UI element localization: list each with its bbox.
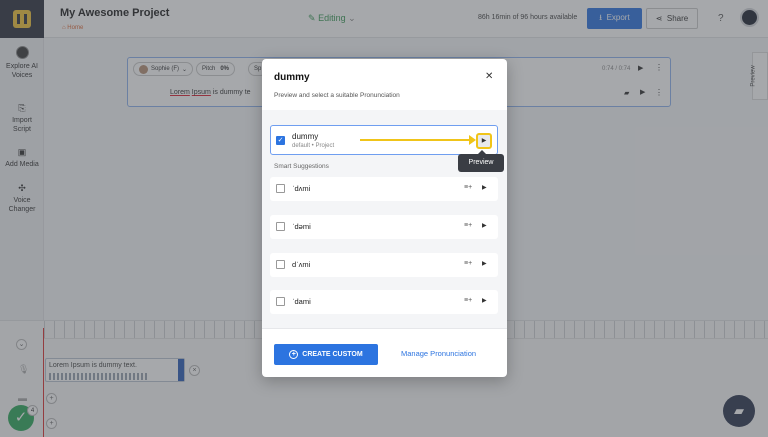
suggestion-row[interactable]: ˈdami ≡+ ▶ [270, 290, 498, 314]
dialog-title: dummy [274, 72, 310, 83]
pronunciation-dialog: dummy ✕ Preview and select a suitable Pr… [262, 59, 507, 377]
pronunciation-checkbox[interactable]: ✓ [276, 136, 285, 145]
play-icon: ▶ [481, 138, 487, 144]
suggestion-checkbox[interactable] [276, 222, 285, 231]
pronunciation-word: dummy [292, 132, 319, 141]
arrow-head [469, 135, 476, 145]
suggestion-row[interactable]: dˈʌmi ≡+ ▶ [270, 253, 498, 277]
play-icon[interactable]: ▶ [482, 222, 487, 229]
close-icon[interactable]: ✕ [485, 71, 493, 82]
suggestion-checkbox[interactable] [276, 297, 285, 306]
suggestion-word: dˈʌmi [292, 260, 311, 269]
preview-play-button[interactable]: ▶ [476, 133, 492, 149]
suggestion-checkbox[interactable] [276, 184, 285, 193]
create-custom-button[interactable]: + CREATE CUSTOM [274, 344, 378, 365]
divider [262, 328, 507, 329]
add-to-list-icon[interactable]: ≡+ [464, 184, 472, 191]
create-custom-label: CREATE CUSTOM [302, 351, 363, 358]
suggestion-row[interactable]: ˈdʌmi ≡+ ▶ [270, 177, 498, 201]
dialog-subtitle: Preview and select a suitable Pronunciat… [274, 92, 400, 99]
suggestion-word: ˈdəmi [292, 222, 311, 231]
preview-tooltip: Preview [458, 150, 504, 172]
add-to-list-icon[interactable]: ≡+ [464, 222, 472, 229]
suggestion-word: ˈdami [292, 297, 311, 306]
play-icon[interactable]: ▶ [482, 297, 487, 304]
pronunciation-meta: default • Project [292, 143, 335, 149]
play-icon[interactable]: ▶ [482, 260, 487, 267]
manage-pronunciation-link[interactable]: Manage Pronunciation [401, 349, 476, 358]
suggestion-word: ˈdʌmi [292, 184, 311, 193]
add-to-list-icon[interactable]: ≡+ [464, 260, 472, 267]
add-to-list-icon[interactable]: ≡+ [464, 297, 472, 304]
smart-suggestions-label: Smart Suggestions [274, 163, 329, 170]
play-icon[interactable]: ▶ [482, 184, 487, 191]
suggestion-row[interactable]: ˈdəmi ≡+ ▶ [270, 215, 498, 239]
suggestion-checkbox[interactable] [276, 260, 285, 269]
arrow-annotation [360, 139, 470, 141]
plus-icon: + [289, 350, 299, 359]
